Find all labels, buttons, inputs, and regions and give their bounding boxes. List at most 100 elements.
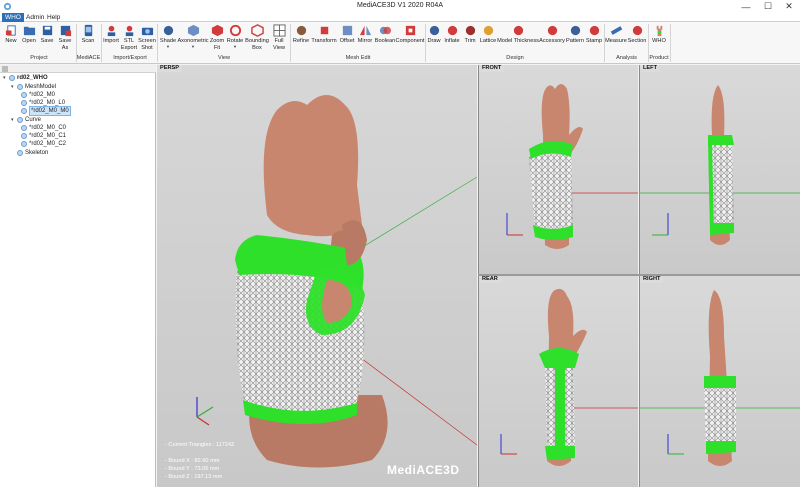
shade-button[interactable]: Shade ▼ <box>158 23 178 49</box>
group-import-export-label: Import/Export <box>113 55 147 61</box>
full-view-label-2: View <box>272 44 286 51</box>
pattern-button[interactable]: Pattern <box>565 23 585 45</box>
draw-button[interactable]: Draw <box>426 23 442 45</box>
rear-model-render <box>500 288 638 466</box>
new-button[interactable]: New <box>3 23 19 45</box>
save-disk-icon <box>42 25 52 36</box>
model-tree-panel: ▾ rd02_WHO ▾ MeshModel *rd02_M0 *rd02_M0_L… <box>0 65 156 487</box>
viewport-right[interactable]: RIGHT <box>639 276 800 487</box>
hand-brace-icon <box>656 25 662 37</box>
tree-item-root[interactable]: ▾ rd02_WHO <box>3 74 48 82</box>
persp-model-render <box>196 95 477 468</box>
viewport-front[interactable]: FRONT <box>478 65 638 274</box>
boolean-button[interactable]: Boolean <box>374 23 396 45</box>
pattern-icon <box>570 25 580 36</box>
save-as-button[interactable]: Save As <box>57 23 73 51</box>
tree-item-mesh-selected[interactable]: *rd02_M0_M0 <box>21 106 71 116</box>
tree-item-curve-child[interactable]: *rd02_M0_C1 <box>21 132 66 140</box>
who-button[interactable]: WHO <box>650 23 668 45</box>
refine-button[interactable]: Refine <box>292 23 310 45</box>
scan-button[interactable]: Scan <box>79 23 97 45</box>
section-label: Section <box>627 38 647 44</box>
draw-label: Draw <box>427 38 441 44</box>
transform-icon <box>320 26 328 35</box>
bound-x-text: - Bound X : 82.60 mm <box>165 458 220 464</box>
screen-shot-button[interactable]: Screen Shot <box>138 23 156 51</box>
tree-item-curve[interactable]: ▾ Curve <box>11 116 41 124</box>
tree-menu-icon[interactable] <box>2 66 8 72</box>
accessory-icon <box>547 25 557 36</box>
viewport-persp[interactable]: PERSP - Current Triangles: 117242 - Bou… <box>157 65 477 487</box>
trim-button[interactable]: Trim <box>462 23 478 45</box>
offset-button[interactable]: Offset <box>338 23 356 45</box>
group-product-label: Product <box>649 55 669 61</box>
app-window: MediACE3D V1 2020 R04A — ☐ ✕ WHO Admin H… <box>0 0 800 487</box>
node-icon <box>9 75 15 81</box>
model-thickness-button[interactable]: Model Thickness <box>497 23 539 45</box>
tree-item-curve-child[interactable]: *rd02_M0_C2 <box>21 140 66 148</box>
scan-icon <box>84 24 92 37</box>
lattice-button[interactable]: Lattice <box>479 23 497 45</box>
measure-label: Measure <box>605 38 627 44</box>
model-thickness-label: Model Thickness <box>497 38 539 44</box>
rotate-dropdown-icon: ▼ <box>233 43 237 49</box>
offset-label: Offset <box>339 38 355 44</box>
node-icon <box>21 108 27 114</box>
zoom-fit-button[interactable]: Zoom Fit <box>208 23 226 51</box>
measure-button[interactable]: Measure <box>605 23 627 45</box>
tree-item-skeleton[interactable]: Skeleton <box>17 149 48 157</box>
title-bar: MediACE3D V1 2020 R04A — ☐ ✕ <box>0 0 800 13</box>
ribbon-toolbar: New Open Save Save As Project Scan MediA… <box>0 22 800 64</box>
rotate-button[interactable]: Rotate ▼ <box>226 23 244 49</box>
tab-help[interactable]: Help <box>44 13 63 22</box>
inflate-button[interactable]: Inflate <box>443 23 461 45</box>
full-view-grid-icon <box>272 24 286 37</box>
full-view-button[interactable]: Full View <box>271 23 287 51</box>
node-icon <box>21 133 27 139</box>
shade-dropdown-icon: ▼ <box>166 43 170 49</box>
viewport-rear[interactable]: REAR <box>478 276 638 487</box>
tree-item-label: *rd02_M0_C0 <box>29 125 67 131</box>
mirror-label: Mirror <box>357 38 373 44</box>
bounding-box-button[interactable]: Bounding Box <box>245 23 269 51</box>
group-divider <box>670 24 671 62</box>
save-label: Save <box>40 38 54 44</box>
minimize-button[interactable]: — <box>735 0 757 13</box>
refine-label: Refine <box>292 38 310 44</box>
tree-item-meshmodel[interactable]: ▾ MeshModel <box>11 83 56 91</box>
tab-who[interactable]: WHO <box>2 13 24 22</box>
accessory-label: Accessory <box>539 38 565 44</box>
inflate-label: Inflate <box>444 38 460 44</box>
viewport-left[interactable]: LEFT <box>639 65 800 274</box>
accessory-button[interactable]: Accessory <box>539 23 565 45</box>
boolean-icon <box>379 26 391 35</box>
inflate-icon <box>447 25 457 36</box>
maximize-button[interactable]: ☐ <box>757 0 779 13</box>
section-icon <box>632 25 642 36</box>
shade-sphere-icon <box>163 25 173 36</box>
offset-icon <box>342 25 352 36</box>
component-button[interactable]: Component <box>396 23 424 45</box>
viewport-label: PERSP <box>157 65 182 72</box>
node-icon <box>17 84 23 90</box>
axonometric-button[interactable]: Axonometric ▼ <box>177 23 209 49</box>
stl-export-button[interactable]: STL Export <box>120 23 138 51</box>
group-mediace-label: MediACE <box>76 55 101 61</box>
transform-button[interactable]: Transform <box>310 23 338 45</box>
viewport-label: REAR <box>479 276 501 283</box>
stamp-button[interactable]: Stamp <box>585 23 603 45</box>
import-button[interactable]: Import <box>102 23 120 45</box>
open-folder-icon <box>23 26 35 36</box>
tree-item-mesh[interactable]: *rd02_M0 <box>21 91 55 99</box>
mirror-button[interactable]: Mirror <box>356 23 374 45</box>
transform-label: Transform <box>311 38 337 44</box>
new-label: New <box>5 38 17 44</box>
save-button[interactable]: Save <box>39 23 55 45</box>
tree-item-label: Skeleton <box>25 150 49 156</box>
section-button[interactable]: Section <box>627 23 647 45</box>
node-icon <box>17 117 23 123</box>
close-button[interactable]: ✕ <box>778 0 800 13</box>
import-icon <box>107 25 115 37</box>
tree-item-curve-child[interactable]: *rd02_M0_C0 <box>21 124 66 132</box>
open-button[interactable]: Open <box>20 23 38 45</box>
